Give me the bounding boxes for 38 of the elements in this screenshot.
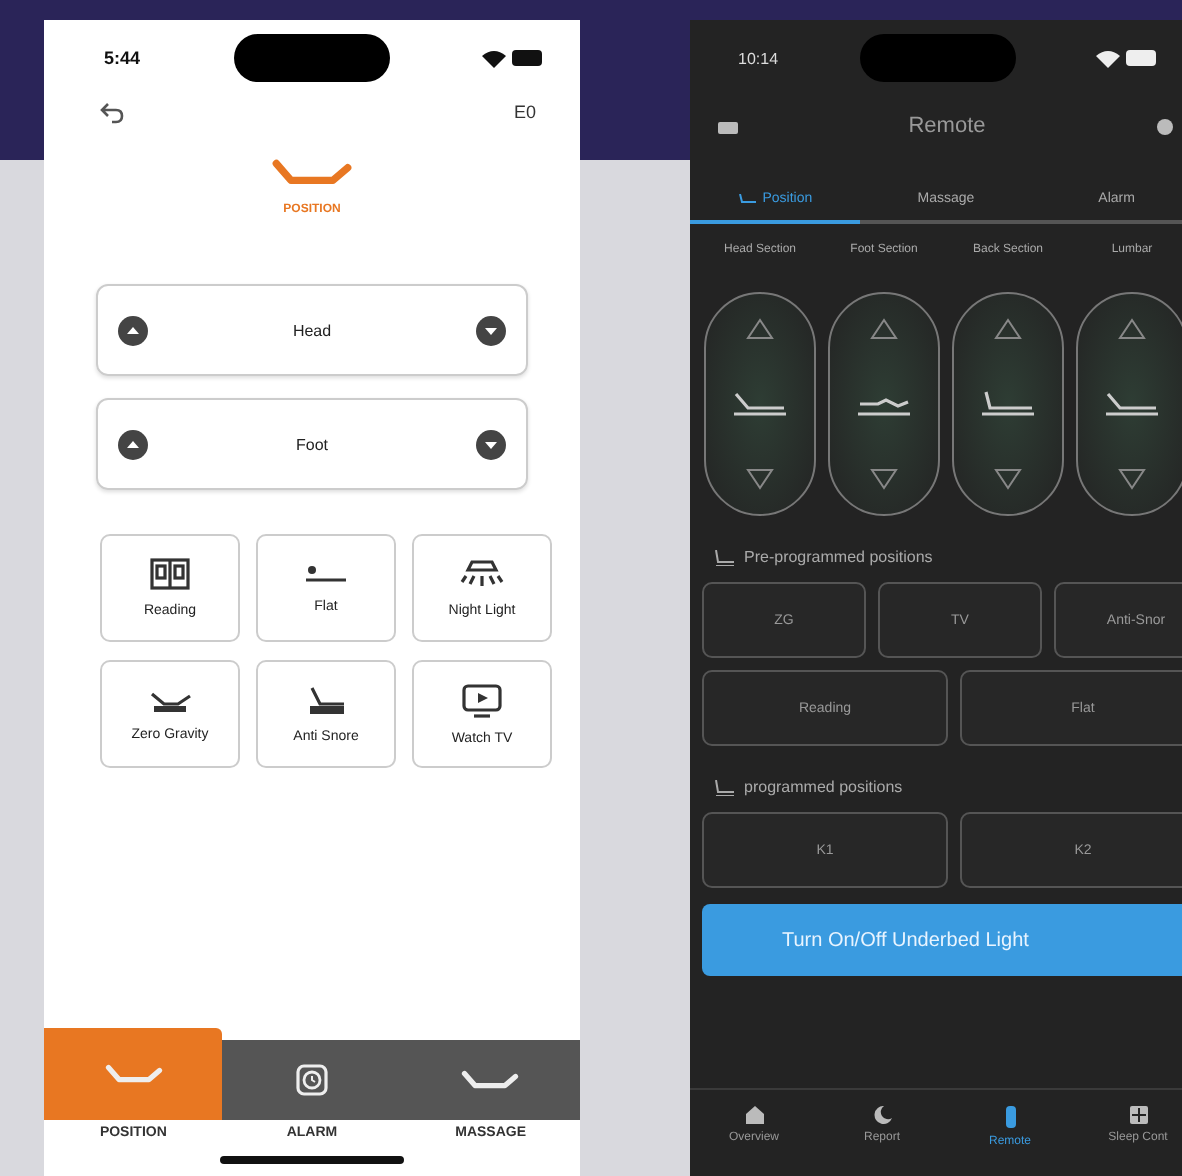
down-arrow-icon[interactable] [746,467,774,490]
screen-title: Remote [908,114,986,138]
up-arrow-icon[interactable] [1118,318,1146,341]
up-arrow-icon[interactable] [994,318,1022,341]
book-icon [150,558,190,590]
up-arrow-icon[interactable] [746,318,774,341]
status-time: 10:14 [738,49,779,67]
remote-icon [1005,1106,1015,1128]
battery-icon [1126,50,1158,66]
wifi-icon [481,49,506,67]
battery-icon [511,50,544,66]
down-button-icon[interactable] [476,315,506,345]
lamp-icon [460,558,504,590]
wifi-icon [1096,49,1120,67]
grid-icon [1129,1106,1147,1124]
down-arrow-icon[interactable] [1118,467,1146,490]
raised-bed-icon [304,684,348,716]
bed-section-icon [730,388,790,419]
alarm-clock-icon [295,1062,328,1098]
down-button-icon[interactable] [475,429,506,459]
up-button-icon[interactable] [118,315,148,345]
down-arrow-icon[interactable] [994,467,1022,490]
status-time: 5:44 [104,48,141,68]
tv-icon [462,683,502,717]
up-button-icon[interactable] [118,429,148,459]
adjuster-label: Head [292,321,332,339]
flat-bed-icon [304,562,348,586]
home-icon [745,1106,763,1124]
up-arrow-icon[interactable] [870,318,898,341]
bed-section-icon [1102,388,1162,419]
down-arrow-icon[interactable] [870,467,898,490]
section-heading: Pre-programmed positions [744,548,933,566]
bed-section-icon [978,388,1038,419]
section-heading: programmed positions [744,778,903,796]
adjuster-label: Foot [295,435,328,453]
moon-icon [873,1106,891,1124]
back-arrow-icon[interactable] [100,101,124,123]
device-code: E0 [513,102,536,122]
